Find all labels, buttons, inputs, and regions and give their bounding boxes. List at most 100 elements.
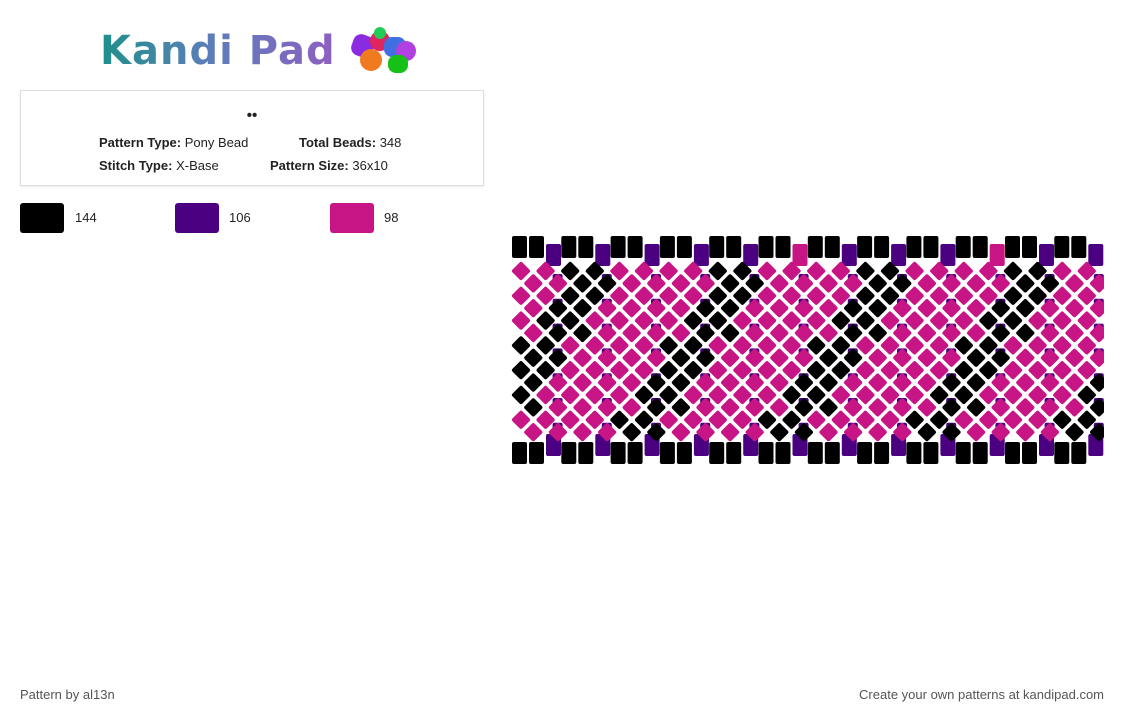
bead (979, 361, 998, 380)
bead (1077, 385, 1096, 405)
bead (782, 385, 801, 405)
bead (511, 286, 531, 305)
bead (1040, 323, 1059, 343)
bead (807, 336, 826, 355)
bead (893, 348, 912, 367)
beads-logo-icon (344, 27, 422, 75)
bead (745, 348, 764, 367)
bead (1077, 410, 1096, 429)
bead (819, 348, 838, 367)
bead (671, 299, 690, 318)
swatch-black-count: 144 (75, 210, 97, 225)
bead (905, 261, 924, 281)
bead (536, 336, 555, 355)
bead (548, 274, 567, 293)
bead (758, 236, 774, 258)
bead (782, 311, 801, 330)
stitch-type: Stitch Type: X-Base (99, 158, 219, 173)
bead (1016, 398, 1035, 417)
bead (819, 373, 838, 392)
bead (930, 336, 949, 355)
bead (1040, 274, 1059, 293)
bead (1016, 373, 1035, 392)
pattern-size-label: Pattern Size: (270, 158, 349, 173)
bead (561, 311, 580, 330)
bead (794, 323, 813, 343)
bead (1077, 286, 1096, 305)
bead (524, 299, 543, 318)
bead (622, 323, 641, 343)
bead (917, 373, 936, 392)
bead (659, 311, 678, 330)
bead (726, 236, 742, 258)
bead (807, 236, 823, 258)
kandipad-promo-link[interactable]: Create your own patterns at kandipad.com (859, 687, 1104, 702)
bead (610, 286, 629, 305)
logo-text: Kandi Pad (100, 28, 336, 74)
bead (634, 286, 654, 305)
bead (831, 410, 850, 429)
bead (819, 398, 838, 417)
bead (856, 410, 875, 429)
bead (967, 323, 986, 343)
bead (659, 286, 678, 305)
bead (967, 373, 986, 392)
bead (874, 236, 890, 258)
bead (721, 398, 740, 417)
bead (511, 410, 531, 429)
bead (942, 299, 961, 318)
pattern-type-value: Pony Bead (184, 135, 249, 150)
bead (696, 373, 715, 392)
bead (893, 299, 912, 318)
bead (757, 286, 777, 305)
bead (721, 274, 740, 293)
bead (1016, 423, 1035, 442)
bead (585, 361, 604, 380)
bead (708, 311, 727, 330)
bead (991, 323, 1010, 343)
bead (905, 410, 924, 429)
bead (1040, 348, 1059, 367)
bead (856, 361, 875, 380)
bead (622, 423, 641, 442)
bead (610, 336, 629, 355)
bead (1065, 323, 1084, 343)
bead (1003, 286, 1023, 305)
bead (511, 261, 531, 281)
bead (979, 385, 998, 405)
bead (979, 336, 998, 355)
bead (1053, 286, 1072, 305)
kandipad-logo[interactable]: Kandi Pad (100, 26, 422, 76)
bead (1005, 442, 1020, 464)
bead (923, 442, 939, 464)
bead (880, 385, 900, 405)
bead (923, 236, 939, 258)
bead (598, 299, 617, 318)
bead (696, 299, 715, 318)
bead (1090, 299, 1104, 318)
bead (634, 361, 654, 380)
bead (1028, 336, 1047, 355)
bead (967, 398, 986, 417)
bead (844, 373, 863, 392)
bead (647, 299, 666, 318)
bead (696, 323, 715, 343)
bead (775, 442, 791, 464)
bead (794, 348, 813, 367)
bead (954, 361, 973, 380)
bead (792, 244, 808, 266)
bead (954, 261, 973, 281)
bead (708, 385, 727, 405)
bead (598, 348, 617, 367)
bead (831, 361, 850, 380)
bead (634, 385, 654, 405)
bead (880, 286, 900, 305)
bead (1028, 361, 1047, 380)
bead (659, 361, 678, 380)
bead (721, 323, 740, 343)
bead (857, 236, 873, 258)
bead (868, 373, 887, 392)
bead (905, 286, 924, 305)
bead (659, 336, 678, 355)
bead (874, 442, 890, 464)
